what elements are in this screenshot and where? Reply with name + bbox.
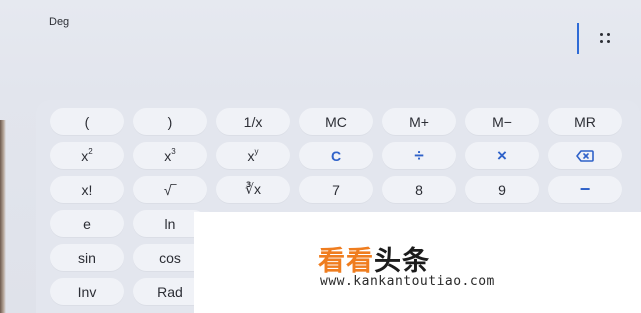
reciprocal-key[interactable]: 1/x — [216, 108, 290, 135]
watermark-logo-part1: 看看 — [318, 246, 374, 277]
inverse-key[interactable]: Inv — [50, 278, 124, 305]
cube-key-exponent: 3 — [171, 147, 176, 156]
cube-key[interactable]: x3 — [133, 142, 207, 169]
divide-key[interactable]: ÷ — [382, 142, 456, 169]
memory-clear-key[interactable]: MC — [299, 108, 373, 135]
backspace-icon — [576, 149, 594, 162]
memory-recall-key[interactable]: MR — [548, 108, 622, 135]
factorial-key[interactable]: x! — [50, 176, 124, 203]
memory-subtract-key[interactable]: M− — [465, 108, 539, 135]
power-key-base: x — [247, 147, 255, 164]
background-edge — [0, 120, 6, 313]
angle-mode-label[interactable]: Deg — [49, 16, 69, 28]
grid-dots-icon[interactable] — [598, 31, 612, 45]
multiply-key[interactable]: × — [465, 142, 539, 169]
square-key-exponent: 2 — [88, 147, 93, 156]
square-key[interactable]: x2 — [50, 142, 124, 169]
watermark-url: www.kankantoutiao.com — [320, 274, 495, 289]
close-paren-key[interactable]: ) — [133, 108, 207, 135]
power-key[interactable]: xy — [216, 142, 290, 169]
watermark-overlay: 看看头条 www.kankantoutiao.com — [194, 212, 641, 313]
watermark-logo: 看看头条 — [318, 239, 430, 278]
digit-7-key[interactable]: 7 — [299, 176, 373, 203]
power-key-exponent: y — [254, 147, 259, 156]
digit-8-key[interactable]: 8 — [382, 176, 456, 203]
nth-root-key[interactable]: ∛x — [216, 176, 290, 203]
cube-key-base: x — [164, 147, 172, 164]
clear-key[interactable]: C — [299, 142, 373, 169]
square-key-base: x — [81, 147, 89, 164]
minus-key[interactable]: − — [548, 176, 622, 203]
backspace-key[interactable] — [548, 142, 622, 169]
input-cursor — [577, 23, 579, 54]
digit-9-key[interactable]: 9 — [465, 176, 539, 203]
euler-key[interactable]: e — [50, 210, 124, 237]
sine-key[interactable]: sin — [50, 244, 124, 271]
open-paren-key[interactable]: ( — [50, 108, 124, 135]
square-root-key[interactable]: √‾ — [133, 176, 207, 203]
memory-add-key[interactable]: M+ — [382, 108, 456, 135]
watermark-logo-part2: 头条 — [374, 246, 430, 277]
